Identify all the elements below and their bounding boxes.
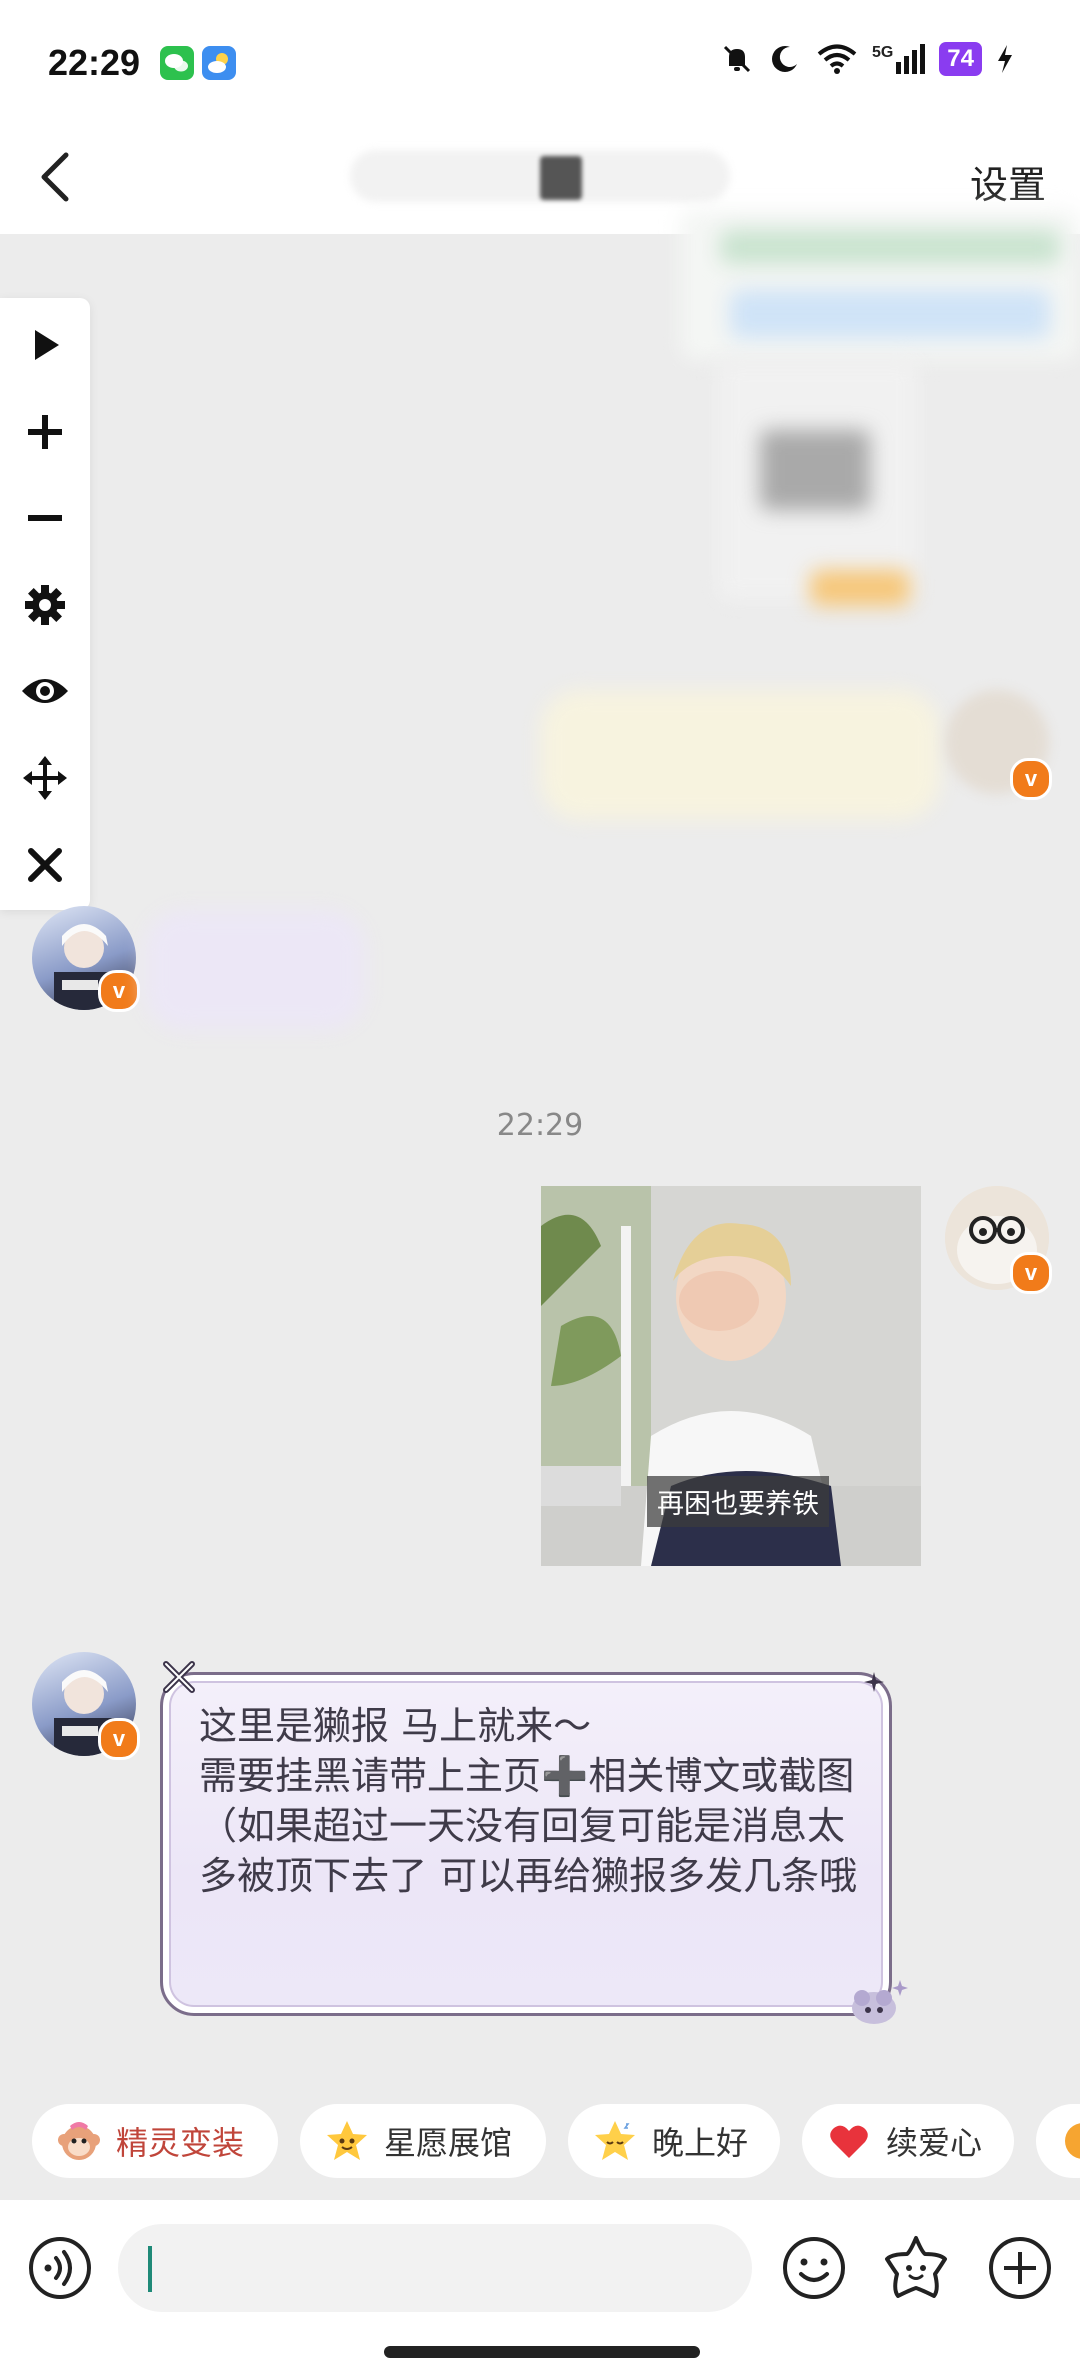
status-icons: 5G 74 [720,42,1014,76]
move-icon [23,756,67,800]
plus-icon [28,415,62,449]
play-button[interactable] [15,315,75,375]
plus-circle-icon [989,2237,1051,2299]
blurred-sent-message [540,690,940,820]
floating-toolbar [0,298,90,910]
back-button[interactable] [28,145,88,209]
gear-icon [25,585,65,625]
message-timestamp: 22:29 [496,1108,584,1143]
eye-icon [22,679,68,703]
text-caret [148,2246,152,2292]
wechat-icon [160,46,194,80]
chip-renew-love[interactable]: 续爱心 [802,2104,1014,2178]
chip-label: 晚上好 [652,2124,749,2162]
chip-star-wish-hall[interactable]: 星愿展馆 [300,2104,546,2178]
close-icon [28,848,62,882]
monkey-emoji-icon [56,2118,102,2164]
sticker-caption: 再困也要养铁 [647,1476,829,1527]
verified-badge: v [1010,758,1052,800]
verified-badge: v [1010,1252,1052,1294]
verified-badge: v [98,970,140,1012]
chip-sprite-dressup[interactable]: 精灵变装 [32,2104,278,2178]
weather-icon [202,46,236,80]
heart-icon [826,2118,872,2164]
zoom-out-button[interactable] [15,488,75,548]
close-tool-button[interactable] [15,835,75,895]
emoji-button[interactable] [780,2234,848,2302]
auto-reply-text: 这里是獭报 马上就来～ 需要挂黑请带上主页➕相关博文或截图 （如果超过一天没有回… [199,1704,858,1898]
chip-label: 星愿展馆 [384,2124,513,2162]
blurred-image-badge [810,570,910,606]
message-input[interactable] [118,2224,752,2312]
status-time: 22:29 [48,42,141,83]
network-type: 5G [871,44,894,61]
blurred-card-bar [720,230,1060,264]
settings-button[interactable]: 设置 [970,154,1046,209]
status-bar: 22:29 5G 74 [0,0,1080,120]
sleepy-star-emoji-icon [592,2118,638,2164]
add-button[interactable] [986,2234,1054,2302]
blurred-image-inner [760,430,870,510]
play-icon [35,330,59,360]
charging-icon [998,45,1012,73]
quick-reply-chips: 精灵变装 星愿展馆 晚上好 续爱心 [0,2104,1080,2180]
settings-tool-button[interactable] [15,575,75,635]
star-emoji-icon [324,2118,370,2164]
bubble-corner-mascot-icon [852,1980,908,2024]
blurred-received-message [145,910,365,1030]
chip-label: 精灵变装 [116,2124,245,2162]
chip-good-evening[interactable]: 晚上好 [568,2104,780,2178]
sticker-message[interactable]: 再困也要养铁 [541,1186,921,1566]
chat-title-blurred-mark [540,156,582,200]
emoji-icon [1060,2118,1080,2164]
bubble-corner-cross-icon [163,1661,195,1693]
visibility-button[interactable] [15,661,75,721]
voice-button[interactable] [26,2234,94,2302]
sticker-button[interactable] [882,2234,950,2302]
minus-icon [28,515,62,521]
blurred-card-link [730,290,1050,338]
verified-badge: v [98,1718,140,1760]
auto-reply-bubble[interactable]: 这里是獭报 马上就来～ 需要挂黑请带上主页➕相关博文或截图 （如果超过一天没有回… [160,1672,892,2016]
cellular-signal-icon: 5G [871,44,926,74]
smiley-icon [783,2237,845,2299]
star-face-icon [885,2236,947,2298]
chevron-left-icon [41,152,69,202]
zoom-in-button[interactable] [15,402,75,462]
moon-icon [771,46,797,72]
voice-icon [29,2237,91,2299]
chip-more-partial[interactable] [1036,2104,1080,2178]
home-indicator[interactable] [384,2346,700,2358]
battery-level: 74 [939,42,982,76]
wifi-icon [817,44,857,74]
mute-bell-icon [723,45,751,73]
chip-label: 续爱心 [886,2124,983,2162]
move-button[interactable] [15,748,75,808]
bubble-corner-sparkle-icon [864,1672,884,1692]
